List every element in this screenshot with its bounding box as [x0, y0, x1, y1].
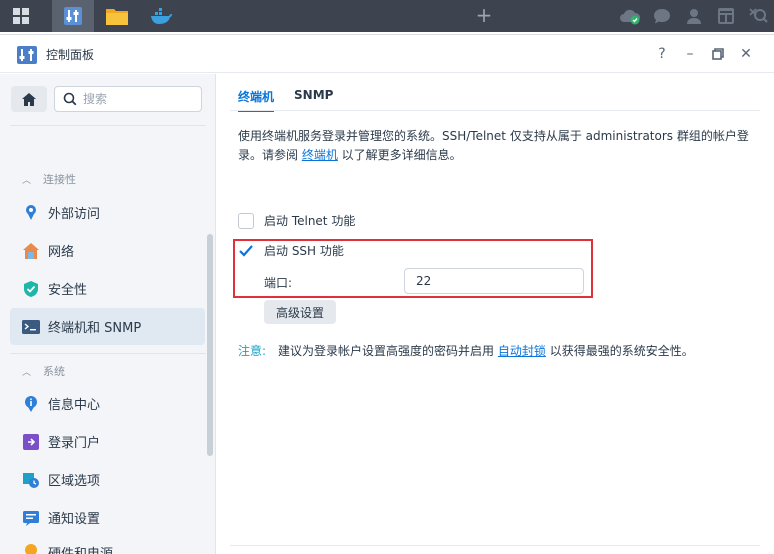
home-icon	[22, 92, 36, 106]
tab-bar: 终端机 SNMP	[238, 88, 353, 112]
ssh-label: 启动 SSH 功能	[264, 244, 344, 258]
telnet-option[interactable]: 启动 Telnet 功能	[238, 212, 355, 229]
group-header-system[interactable]: ︿ 系统	[22, 363, 65, 379]
ssh-checkbox[interactable]	[238, 243, 254, 259]
note-label: 注意:	[238, 344, 267, 358]
terminal-description: 使用终端机服务登录并管理您的系统。SSH/Telnet 仅支持从属于 admin…	[238, 127, 758, 165]
sidebar-item-label: 外部访问	[48, 207, 101, 222]
port-input[interactable]	[404, 268, 584, 294]
note-text: 建议为登录帐户设置高强度的密码并启用 自动封锁 以获得最强的系统安全性。	[278, 342, 694, 359]
sidebar-item-hardware-power[interactable]: 硬件和电源	[10, 537, 205, 554]
security-note: 注意: 建议为登录帐户设置高强度的密码并启用 自动封锁 以获得最强的系统安全性。	[238, 342, 694, 359]
checkmark-icon	[239, 244, 253, 257]
help-button[interactable]: ?	[648, 43, 676, 65]
notification-icon	[22, 509, 40, 527]
group-label: 系统	[43, 365, 66, 378]
folder-icon	[106, 9, 128, 25]
tab-divider	[230, 110, 760, 111]
telnet-label: 启动 Telnet 功能	[264, 214, 356, 228]
window-title: 控制面板	[46, 48, 95, 62]
taskbar-file-station[interactable]	[96, 0, 138, 32]
search-taskbar-button[interactable]	[742, 0, 774, 32]
lightbulb-icon	[22, 543, 40, 554]
port-label: 端口:	[264, 276, 293, 290]
user-button[interactable]	[678, 0, 710, 32]
terminal-icon	[22, 318, 40, 336]
description-line: 录。请参阅 终端机 以了解更多详细信息。	[238, 146, 758, 165]
sidebar-item-info-center[interactable]: 信息中心	[10, 385, 205, 422]
terminal-help-link[interactable]: 终端机	[302, 148, 338, 162]
regional-options-icon	[22, 471, 40, 489]
login-portal-icon	[22, 433, 40, 451]
sidebar-divider	[10, 125, 206, 126]
sidebar-item-notifications[interactable]: 通知设置	[10, 499, 205, 536]
restore-icon	[712, 48, 724, 60]
home-button[interactable]	[11, 86, 47, 112]
sidebar-scrollbar[interactable]	[207, 234, 213, 456]
group-header-connectivity[interactable]: ︿ 连接性	[22, 171, 76, 187]
info-pin-icon	[22, 395, 40, 413]
user-icon	[687, 9, 701, 24]
add-window-button[interactable]: +	[472, 0, 496, 32]
note-text-part: 建议为登录帐户设置高强度的密码并启用	[278, 344, 498, 358]
network-home-icon	[22, 242, 40, 260]
description-line: 使用终端机服务登录并管理您的系统。SSH/Telnet 仅支持从属于 admin…	[238, 129, 749, 143]
docker-icon	[151, 8, 172, 24]
taskbar-control-panel[interactable]	[52, 0, 94, 32]
footer-divider	[230, 545, 760, 546]
chat-icon	[654, 9, 670, 24]
sidebar-item-external-access[interactable]: 外部访问	[10, 194, 205, 231]
taskbar: +	[0, 0, 774, 32]
external-access-icon	[22, 204, 40, 222]
window-titlebar: 控制面板 ? – ✕	[0, 35, 774, 73]
minimize-button[interactable]: –	[676, 43, 704, 65]
advanced-settings-button[interactable]: 高级设置	[264, 300, 336, 324]
sidebar-item-terminal-snmp[interactable]: 终端机和 SNMP	[10, 308, 205, 345]
sidebar-item-label: 硬件和电源	[48, 546, 114, 554]
sidebar-item-label: 登录门户	[48, 436, 101, 451]
widgets-icon	[718, 8, 734, 24]
tab-snmp[interactable]: SNMP	[294, 88, 333, 112]
search-input[interactable]	[83, 90, 193, 108]
sidebar-item-label: 信息中心	[48, 398, 101, 413]
taskbar-container-manager[interactable]	[140, 0, 182, 32]
sidebar-item-label: 网络	[48, 245, 75, 260]
ssh-option[interactable]: 启动 SSH 功能	[238, 242, 344, 259]
widgets-button[interactable]	[710, 0, 742, 32]
control-panel-icon	[64, 7, 82, 25]
close-button[interactable]: ✕	[732, 43, 760, 65]
sidebar-item-regional-options[interactable]: 区域选项	[10, 461, 205, 498]
chevron-up-icon: ︿	[22, 367, 32, 378]
search-icon	[63, 92, 77, 106]
sidebar-item-label: 安全性	[48, 283, 88, 298]
tab-terminal[interactable]: 终端机	[238, 88, 275, 112]
sidebar-item-network[interactable]: 网络	[10, 232, 205, 269]
control-panel-window: 控制面板 ? – ✕ ︿ 连接性 外部访问	[0, 34, 774, 554]
storage-status-button[interactable]	[614, 0, 646, 32]
cloud-check-icon	[620, 9, 641, 25]
shield-icon	[22, 280, 40, 298]
description-text: 以了解更多详细信息。	[337, 148, 462, 162]
sidebar-item-label: 区域选项	[48, 474, 101, 489]
sidebar-item-security[interactable]: 安全性	[10, 270, 205, 307]
main-panel: 终端机 SNMP 使用终端机服务登录并管理您的系统。SSH/Telnet 仅支持…	[217, 74, 774, 554]
auto-block-link[interactable]: 自动封锁	[498, 344, 546, 358]
search-box	[54, 86, 202, 112]
sidebar-divider	[10, 353, 206, 354]
group-label: 连接性	[43, 173, 77, 186]
main-menu-button[interactable]	[0, 0, 42, 32]
sidebar: ︿ 连接性 外部访问 网络 安全性 终端机和 SNMP	[0, 74, 216, 554]
chevron-up-icon: ︿	[22, 175, 32, 186]
restore-button[interactable]	[704, 43, 732, 65]
note-text-part: 以获得最强的系统安全性。	[545, 344, 694, 358]
sidebar-item-label: 通知设置	[48, 512, 101, 527]
pin-search-icon	[749, 8, 768, 23]
sidebar-item-label: 终端机和 SNMP	[48, 321, 142, 336]
grid-icon	[13, 8, 29, 24]
sidebar-item-login-portal[interactable]: 登录门户	[10, 423, 205, 460]
telnet-checkbox[interactable]	[238, 212, 254, 229]
notifications-button[interactable]	[646, 0, 678, 32]
control-panel-icon	[17, 46, 37, 64]
description-text: 录。请参阅	[238, 148, 302, 162]
